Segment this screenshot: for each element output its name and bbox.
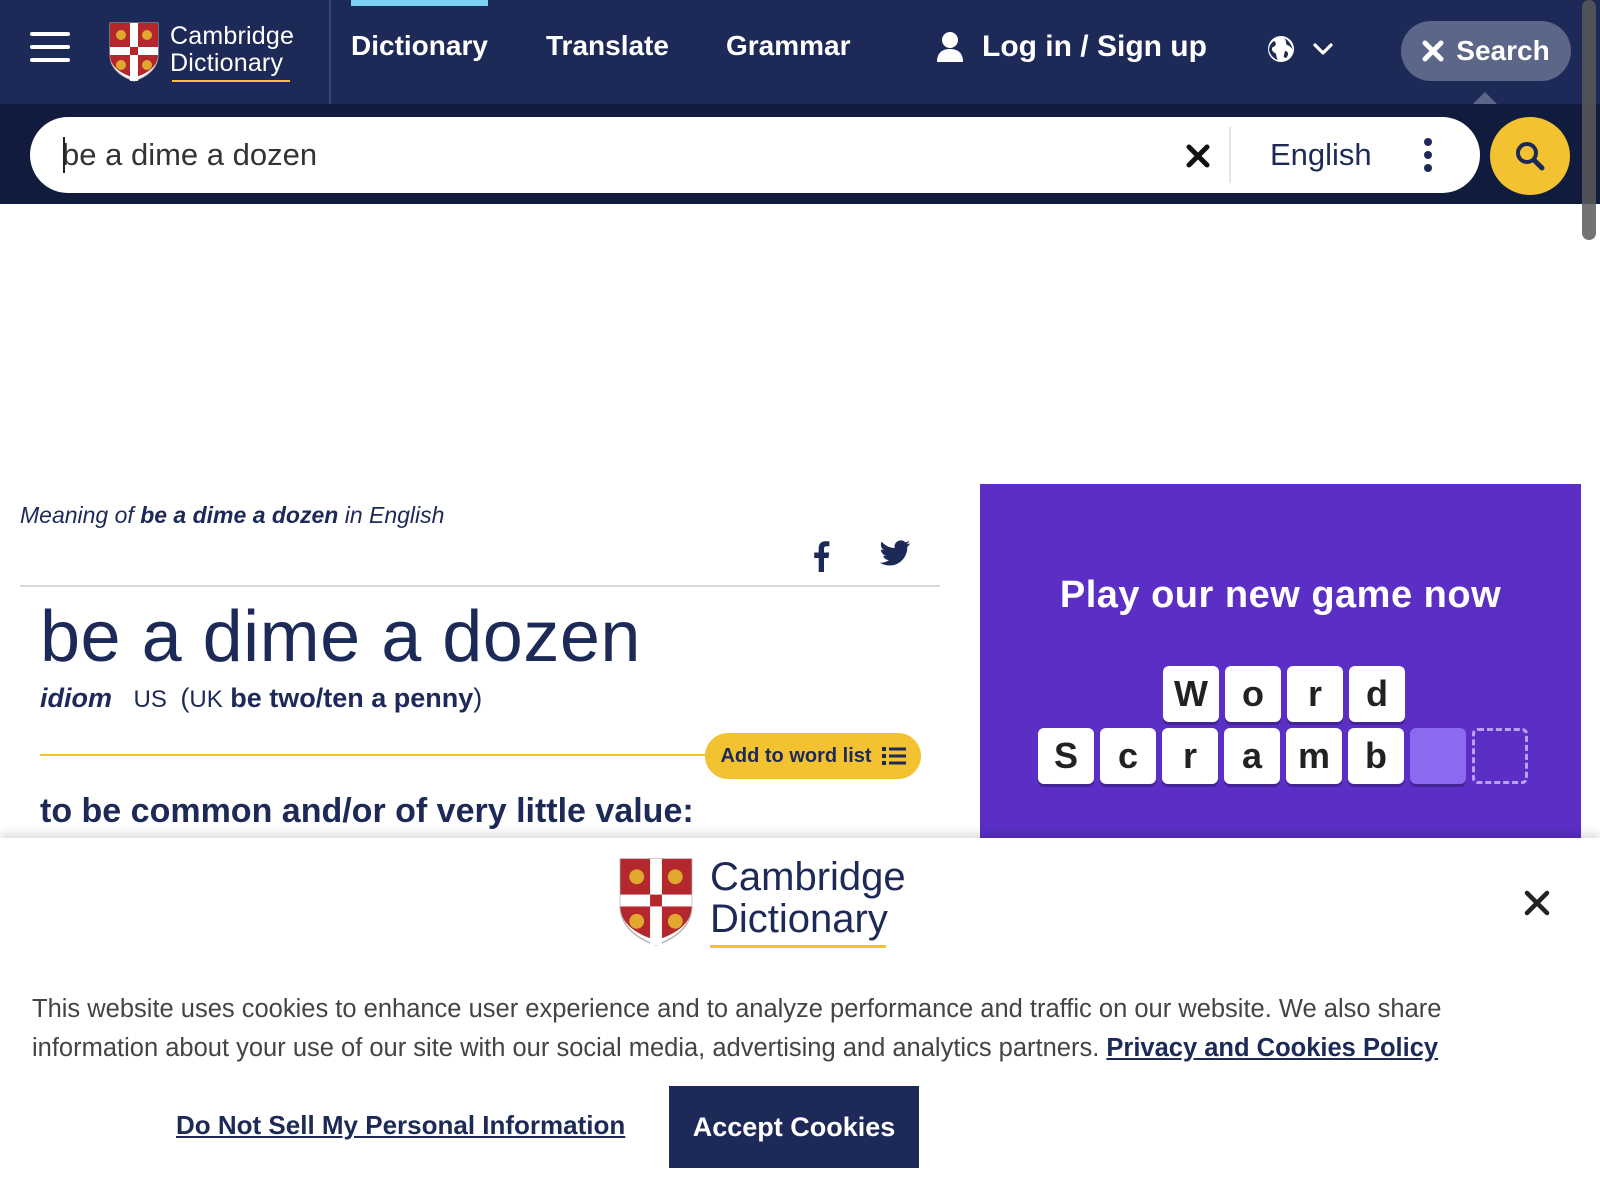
chevron-down-icon: [1313, 43, 1333, 55]
entry-divider: [20, 585, 940, 587]
twitter-icon[interactable]: [880, 540, 910, 566]
letter-tile: W: [1163, 666, 1219, 722]
facebook-icon[interactable]: [812, 540, 830, 572]
region-label-us: US: [133, 686, 167, 713]
logo-text-line1: Cambridge: [170, 21, 295, 50]
search-icon: [1516, 142, 1545, 171]
top-navigation-bar: Cambridge Dictionary Dictionary Translat…: [0, 0, 1600, 104]
logo-text-line2: Dictionary: [710, 897, 888, 941]
letter-tile: r: [1287, 666, 1343, 722]
logo-text: Cambridge Dictionary: [170, 21, 295, 82]
page-scrollbar[interactable]: [1582, 0, 1596, 240]
logo-text-line2: Dictionary: [170, 48, 284, 77]
cookie-banner-logo: Cambridge Dictionary: [616, 856, 906, 948]
list-icon: [881, 747, 906, 765]
letter-tile: c: [1100, 728, 1156, 784]
cambridge-dictionary-logo[interactable]: Cambridge Dictionary: [108, 18, 308, 86]
meaning-of-line: Meaning of be a dime a dozen in English: [20, 502, 444, 529]
meaning-suffix: in English: [338, 502, 445, 528]
region-label-uk: UK: [189, 686, 223, 713]
meaning-prefix: Meaning of: [20, 502, 141, 528]
add-to-word-list-button[interactable]: Add to word list: [705, 733, 921, 779]
letter-tile: d: [1349, 666, 1405, 722]
logo-text-line1: Cambridge: [710, 855, 906, 899]
logo-text: Cambridge Dictionary: [710, 856, 906, 948]
logo-underline: [172, 79, 290, 82]
letter-tile: b: [1348, 728, 1404, 784]
search-input[interactable]: [62, 131, 1162, 179]
empty-tile: [1410, 728, 1466, 784]
header-divider: [329, 0, 331, 104]
cambridge-shield-icon: [109, 22, 159, 82]
uk-variant[interactable]: be two/ten a penny: [230, 683, 473, 713]
clear-search-icon[interactable]: [1185, 143, 1211, 169]
cambridge-shield-icon: [619, 858, 693, 946]
close-paren: ): [473, 683, 483, 713]
logo-underline: [710, 945, 886, 948]
search-toggle-button[interactable]: Search: [1401, 21, 1571, 81]
search-field: English: [30, 117, 1480, 193]
close-icon: [1422, 40, 1444, 62]
language-selector[interactable]: [1266, 34, 1334, 64]
ad-title: Play our new game now: [1059, 574, 1502, 616]
part-of-speech: idiom: [40, 683, 112, 713]
headword: be a dime a dozen: [40, 597, 641, 677]
accept-cookies-button[interactable]: Accept Cookies: [669, 1086, 919, 1168]
nav-grammar[interactable]: Grammar: [726, 30, 851, 62]
toggle-caret: [1473, 92, 1497, 104]
letter-tile: o: [1225, 666, 1281, 722]
active-tab-indicator: [351, 0, 488, 6]
search-toggle-label: Search: [1456, 35, 1550, 66]
letter-tile: r: [1162, 728, 1218, 784]
do-not-sell-link[interactable]: Do Not Sell My Personal Information: [176, 1110, 625, 1141]
letter-tile: S: [1038, 728, 1094, 784]
add-to-word-list-label: Add to word list: [720, 744, 872, 767]
definition-text: to be common and/or of very little value…: [40, 792, 694, 830]
definition-divider: [40, 754, 720, 756]
menu-icon[interactable]: [30, 32, 70, 62]
word-scramble-ad[interactable]: Play our new game now W o r d S c r a m …: [980, 484, 1581, 839]
letter-tile: a: [1224, 728, 1280, 784]
more-options-icon[interactable]: [1422, 137, 1434, 173]
cookie-notice-text: This website uses cookies to enhance use…: [32, 990, 1532, 1068]
search-field-divider: [1229, 127, 1231, 183]
user-icon: [937, 32, 963, 62]
close-cookie-banner-icon[interactable]: [1524, 890, 1550, 916]
login-label: Log in / Sign up: [982, 30, 1207, 63]
search-bar: English: [0, 104, 1600, 204]
privacy-policy-link[interactable]: Privacy and Cookies Policy: [1106, 1034, 1438, 1062]
search-submit-button[interactable]: [1490, 117, 1570, 195]
nav-translate[interactable]: Translate: [546, 30, 669, 62]
meaning-term: be a dime a dozen: [140, 502, 339, 528]
part-of-speech-line: idiom US (UK be two/ten a penny): [40, 683, 482, 714]
globe-icon: [1268, 36, 1294, 62]
empty-tile: [1472, 728, 1528, 784]
text-cursor: [63, 137, 65, 173]
login-signup-link[interactable]: Log in / Sign up: [936, 30, 1207, 64]
nav-dictionary[interactable]: Dictionary: [351, 30, 488, 62]
dictionary-language-select[interactable]: English: [1270, 137, 1372, 173]
letter-tile: m: [1286, 728, 1342, 784]
